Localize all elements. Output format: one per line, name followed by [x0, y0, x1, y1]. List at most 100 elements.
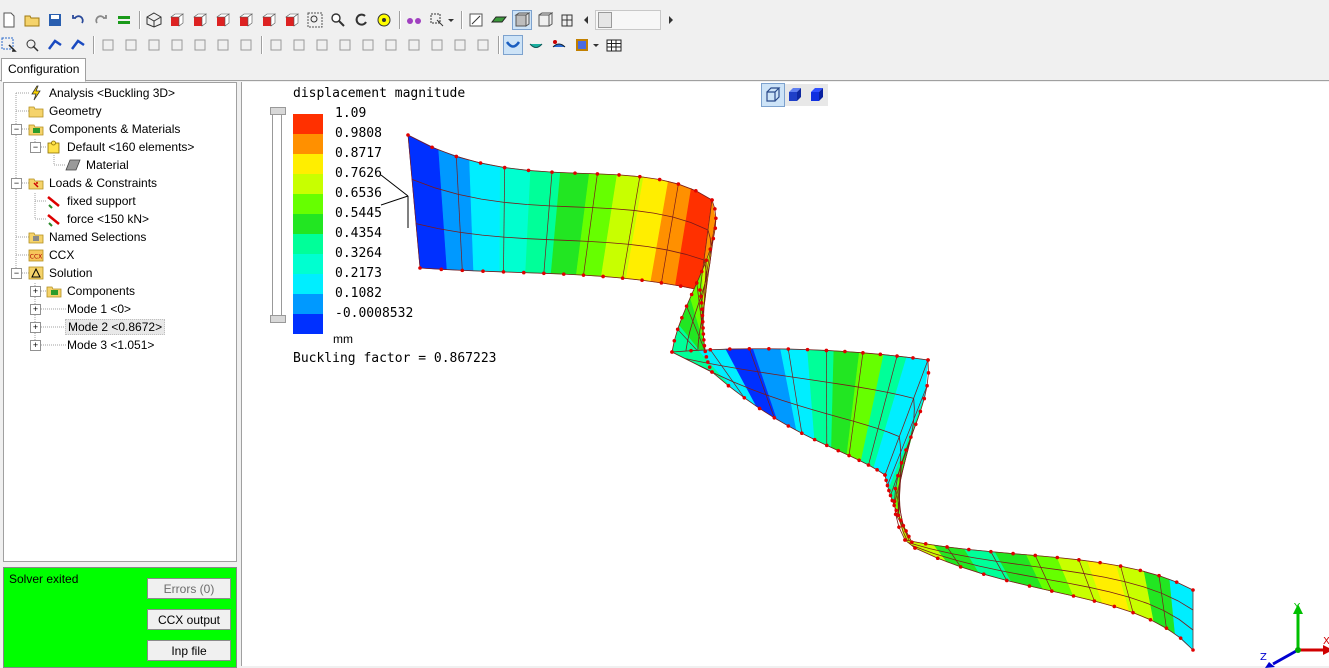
- expand-toggle[interactable]: −: [11, 178, 22, 189]
- select-mode-icon[interactable]: [428, 11, 446, 29]
- slider-handle[interactable]: [270, 315, 286, 323]
- animate-icon[interactable]: [550, 36, 568, 54]
- rotate-icon[interactable]: [352, 11, 370, 29]
- redo-icon[interactable]: [92, 11, 110, 29]
- tree-item-loads-constraints[interactable]: Loads & Constraints: [28, 174, 159, 192]
- tree-item-mode3[interactable]: Mode 3 <1.051>: [65, 336, 156, 354]
- tree-item-force[interactable]: force <150 kN>: [46, 210, 151, 228]
- components-folder-icon: [28, 121, 44, 137]
- select-face-icon[interactable]: [69, 36, 87, 54]
- select-node-icon[interactable]: [23, 36, 41, 54]
- close-x-icon[interactable]: [191, 36, 209, 54]
- lightning-icon: [28, 85, 44, 101]
- deform-icon[interactable]: [504, 36, 522, 54]
- arc-icon[interactable]: [336, 36, 354, 54]
- view-back-icon[interactable]: [191, 11, 209, 29]
- expand-toggle[interactable]: +: [30, 286, 41, 297]
- ccx-output-button[interactable]: CCX output: [147, 609, 231, 630]
- expand-toggle[interactable]: −: [11, 124, 22, 135]
- legend-range-slider[interactable]: [272, 110, 282, 320]
- select-arrow-icon[interactable]: [0, 36, 18, 54]
- view-left-icon[interactable]: [214, 11, 232, 29]
- tree-item-analysis[interactable]: Analysis <Buckling 3D>: [28, 84, 177, 102]
- equals-icon[interactable]: [115, 11, 133, 29]
- connect-icon[interactable]: [290, 36, 308, 54]
- view-shaded-button[interactable]: [784, 84, 806, 106]
- tree-item-mode2[interactable]: Mode 2 <0.8672>: [65, 318, 165, 336]
- tree-item-mode1[interactable]: Mode 1 <0>: [65, 300, 133, 318]
- mesh-mode-icon[interactable]: [559, 11, 577, 29]
- cube-outline-icon[interactable]: [168, 36, 186, 54]
- surface-icon[interactable]: [490, 11, 508, 29]
- shaded-mode-icon[interactable]: [513, 11, 531, 29]
- result-surface-icon[interactable]: [527, 36, 545, 54]
- 3d-viewport[interactable]: [241, 82, 1329, 666]
- tree-item-default[interactable]: Default <160 elements>: [46, 138, 196, 156]
- split-icon[interactable]: [214, 36, 232, 54]
- legend-value: 1.09: [335, 106, 366, 121]
- spring-icon[interactable]: [359, 36, 377, 54]
- dropdown-icon[interactable]: [592, 36, 600, 54]
- errors-button[interactable]: Errors (0): [147, 578, 231, 599]
- expand-toggle[interactable]: −: [30, 142, 41, 153]
- wireframe-cube-icon[interactable]: [145, 11, 163, 29]
- tree-item-material[interactable]: Material: [65, 156, 131, 174]
- view-bottom-icon[interactable]: [283, 11, 301, 29]
- zoom-icon[interactable]: [329, 11, 347, 29]
- legend-value: 0.6536: [335, 186, 382, 201]
- branch-icon[interactable]: [382, 36, 400, 54]
- align-icon[interactable]: [237, 36, 255, 54]
- tree-label: Components & Materials: [47, 122, 182, 136]
- view-mode-buttons: [762, 84, 828, 106]
- fit-all-icon[interactable]: [375, 11, 393, 29]
- points-icon[interactable]: [405, 36, 423, 54]
- view-wireframe-button[interactable]: [762, 84, 784, 106]
- merge-icon[interactable]: [267, 36, 285, 54]
- tree-item-geometry[interactable]: Geometry: [28, 102, 104, 120]
- tree-item-ccx[interactable]: CCX CCX: [28, 246, 76, 264]
- material-icon: [65, 157, 81, 173]
- tree-item-components[interactable]: Components: [46, 282, 137, 300]
- triangle-mesh-icon[interactable]: [451, 36, 469, 54]
- sketch-icon[interactable]: [467, 11, 485, 29]
- new-file-icon[interactable]: [0, 11, 18, 29]
- slider-right-arrow-icon[interactable]: [667, 11, 675, 29]
- view-top-icon[interactable]: [260, 11, 278, 29]
- expand-toggle[interactable]: +: [30, 322, 41, 333]
- burst-icon[interactable]: [122, 36, 140, 54]
- tree-item-solution[interactable]: Solution: [28, 264, 94, 282]
- inp-file-button[interactable]: Inp file: [147, 640, 231, 661]
- view-front-icon[interactable]: [168, 11, 186, 29]
- legend-swatch: [293, 294, 323, 314]
- open-folder-icon[interactable]: [23, 11, 41, 29]
- slider-thumb[interactable]: [598, 12, 612, 28]
- triangle-icon[interactable]: [474, 36, 492, 54]
- slider-handle[interactable]: [270, 107, 286, 115]
- tree-item-fixed-support[interactable]: fixed support: [46, 192, 138, 210]
- configuration-tree[interactable]: − − − − + + + + Analysis <Buckling 3D> G…: [3, 82, 237, 562]
- legend-value: 0.7626: [335, 166, 382, 181]
- glasses-icon[interactable]: [405, 11, 423, 29]
- expand-toggle[interactable]: −: [11, 268, 22, 279]
- cylinder-icon[interactable]: [313, 36, 331, 54]
- dropdown-icon[interactable]: [447, 11, 455, 29]
- film-icon[interactable]: [573, 36, 591, 54]
- view-solid-button[interactable]: [806, 84, 828, 106]
- box-icon[interactable]: [145, 36, 163, 54]
- tab-configuration[interactable]: Configuration: [1, 58, 86, 82]
- tree-item-named-selections[interactable]: Named Selections: [28, 228, 148, 246]
- node-icon[interactable]: [428, 36, 446, 54]
- expand-toggle[interactable]: +: [30, 340, 41, 351]
- undo-icon[interactable]: [69, 11, 87, 29]
- explode-icon[interactable]: [99, 36, 117, 54]
- table-icon[interactable]: [605, 36, 623, 54]
- zoom-box-icon[interactable]: [306, 11, 324, 29]
- view-right-icon[interactable]: [237, 11, 255, 29]
- wireframe-mode-icon[interactable]: [536, 11, 554, 29]
- tree-item-components-materials[interactable]: Components & Materials: [28, 120, 182, 138]
- expand-toggle[interactable]: +: [30, 304, 41, 315]
- save-icon[interactable]: [46, 11, 64, 29]
- transparency-slider[interactable]: [595, 10, 661, 30]
- slider-left-arrow-icon[interactable]: [582, 11, 590, 29]
- select-edge-icon[interactable]: [46, 36, 64, 54]
